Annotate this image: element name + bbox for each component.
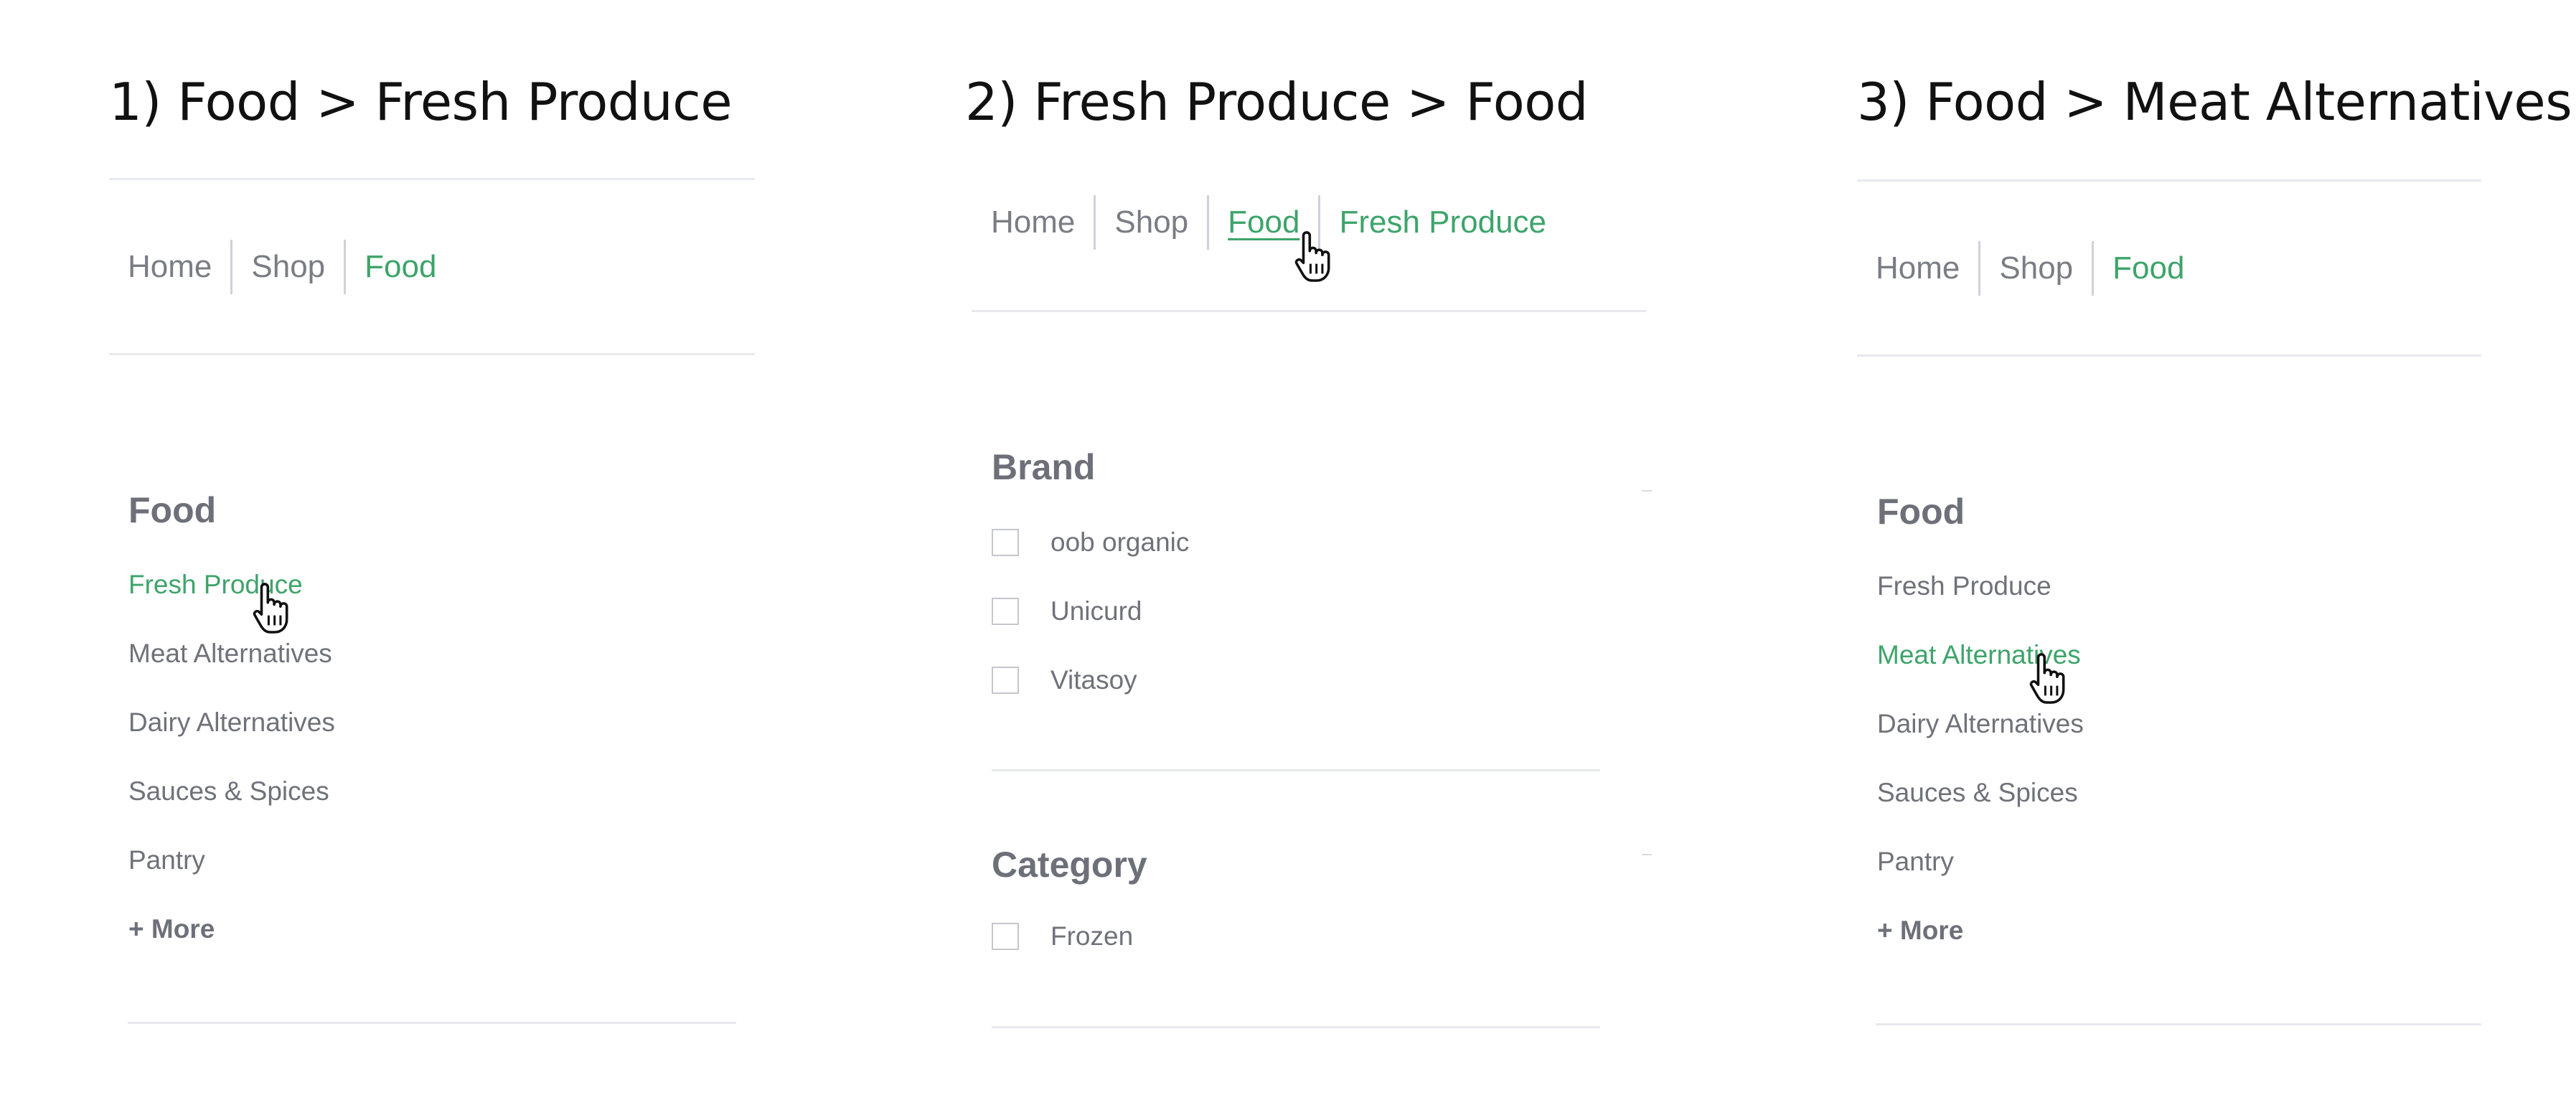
panel-title: 1) Food > Fresh Produce — [109, 72, 733, 132]
filter-option-label: Frozen — [1050, 921, 1134, 951]
breadcrumb: Home Shop Food — [1876, 241, 2184, 296]
category-fresh-produce[interactable]: Fresh Produce — [1877, 573, 2084, 642]
more-categories-link[interactable]: + More — [1877, 917, 2084, 987]
breadcrumb-separator — [1978, 241, 1981, 296]
sidebar-heading: Food — [128, 490, 217, 530]
breadcrumb-bottom-divider — [1857, 354, 2481, 357]
filter-option[interactable]: Unicurd — [992, 598, 1189, 667]
panel-title: 2) Fresh Produce > Food — [965, 72, 1589, 132]
checkbox-unchecked-icon[interactable] — [992, 923, 1019, 950]
breadcrumb-food[interactable]: Food — [1228, 205, 1299, 240]
breadcrumb-separator — [1094, 195, 1096, 250]
breadcrumb-food[interactable]: Food — [2112, 250, 2184, 286]
filter-divider — [992, 769, 1600, 771]
top-divider — [109, 178, 755, 180]
panel-fresh-produce-to-food: 2) Fresh Produce > Food Home Shop Food F… — [911, 0, 1837, 1095]
filter-option-label: oob organic — [1050, 527, 1190, 557]
panel-food-to-meat-alternatives: 3) Food > Meat Alternatives Home Shop Fo… — [1837, 0, 2576, 1095]
sidebar-heading: Food — [1877, 492, 1965, 532]
breadcrumb-home[interactable]: Home — [128, 249, 212, 285]
brand-filter-list: oob organic Unicurd Vitasoy — [992, 529, 1189, 736]
breadcrumb-shop[interactable]: Shop — [1999, 250, 2073, 286]
breadcrumb-home[interactable]: Home — [991, 205, 1075, 240]
checkbox-unchecked-icon[interactable] — [992, 667, 1019, 694]
checkbox-unchecked-icon[interactable] — [992, 598, 1019, 625]
breadcrumb-separator — [1207, 195, 1210, 250]
filter-option-label: Vitasoy — [1050, 665, 1137, 695]
checkbox-unchecked-icon[interactable] — [992, 529, 1019, 556]
breadcrumb-separator — [230, 240, 233, 294]
breadcrumb-home[interactable]: Home — [1876, 250, 1960, 286]
category-dairy-alternatives[interactable]: Dairy Alternatives — [128, 709, 335, 779]
category-list: Fresh Produce Meat Alternatives Dairy Al… — [128, 571, 335, 985]
breadcrumb: Home Shop Food Fresh Produce — [991, 195, 1546, 250]
sidebar-bottom-divider — [1876, 1023, 2481, 1025]
breadcrumb-shop[interactable]: Shop — [251, 249, 325, 285]
category-meat-alternatives[interactable]: Meat Alternatives — [1877, 642, 2084, 711]
category-filter-list: Frozen — [992, 923, 1133, 992]
breadcrumb-shop[interactable]: Shop — [1114, 205, 1188, 240]
category-fresh-produce[interactable]: Fresh Produce — [128, 571, 335, 641]
filter-heading-category: Category — [992, 845, 1147, 885]
panel-food-to-fresh-produce: 1) Food > Fresh Produce Home Shop Food F… — [0, 0, 911, 1095]
filter-option-label: Unicurd — [1050, 596, 1142, 626]
category-list: Fresh Produce Meat Alternatives Dairy Al… — [1877, 573, 2084, 987]
breadcrumb-bottom-divider — [109, 353, 755, 355]
filter-edge-mark — [1642, 490, 1652, 492]
breadcrumb-fresh-produce[interactable]: Fresh Produce — [1339, 205, 1546, 240]
category-pantry[interactable]: Pantry — [128, 847, 335, 916]
filter-edge-mark — [1642, 854, 1652, 855]
breadcrumb-separator — [344, 240, 347, 294]
category-meat-alternatives[interactable]: Meat Alternatives — [128, 640, 335, 710]
category-dairy-alternatives[interactable]: Dairy Alternatives — [1877, 710, 2084, 780]
breadcrumb: Home Shop Food — [128, 240, 436, 294]
top-divider — [1857, 179, 2481, 182]
breadcrumb-bottom-divider — [972, 310, 1646, 312]
sidebar-bottom-divider — [128, 1022, 736, 1024]
breadcrumb-separator — [2092, 241, 2095, 296]
category-pantry[interactable]: Pantry — [1877, 848, 2084, 918]
category-sauces-spices[interactable]: Sauces & Spices — [1877, 779, 2084, 849]
filter-option[interactable]: Vitasoy — [992, 667, 1189, 736]
breadcrumb-separator — [1318, 195, 1321, 250]
breadcrumb-food[interactable]: Food — [365, 249, 436, 285]
panel-title: 3) Food > Meat Alternatives — [1857, 72, 2572, 132]
more-categories-link[interactable]: + More — [128, 916, 335, 985]
filter-option[interactable]: Frozen — [992, 923, 1133, 992]
filter-option[interactable]: oob organic — [992, 529, 1189, 598]
category-sauces-spices[interactable]: Sauces & Spices — [128, 778, 335, 847]
filter-heading-brand: Brand — [992, 447, 1096, 487]
filter-bottom-divider — [992, 1026, 1600, 1028]
